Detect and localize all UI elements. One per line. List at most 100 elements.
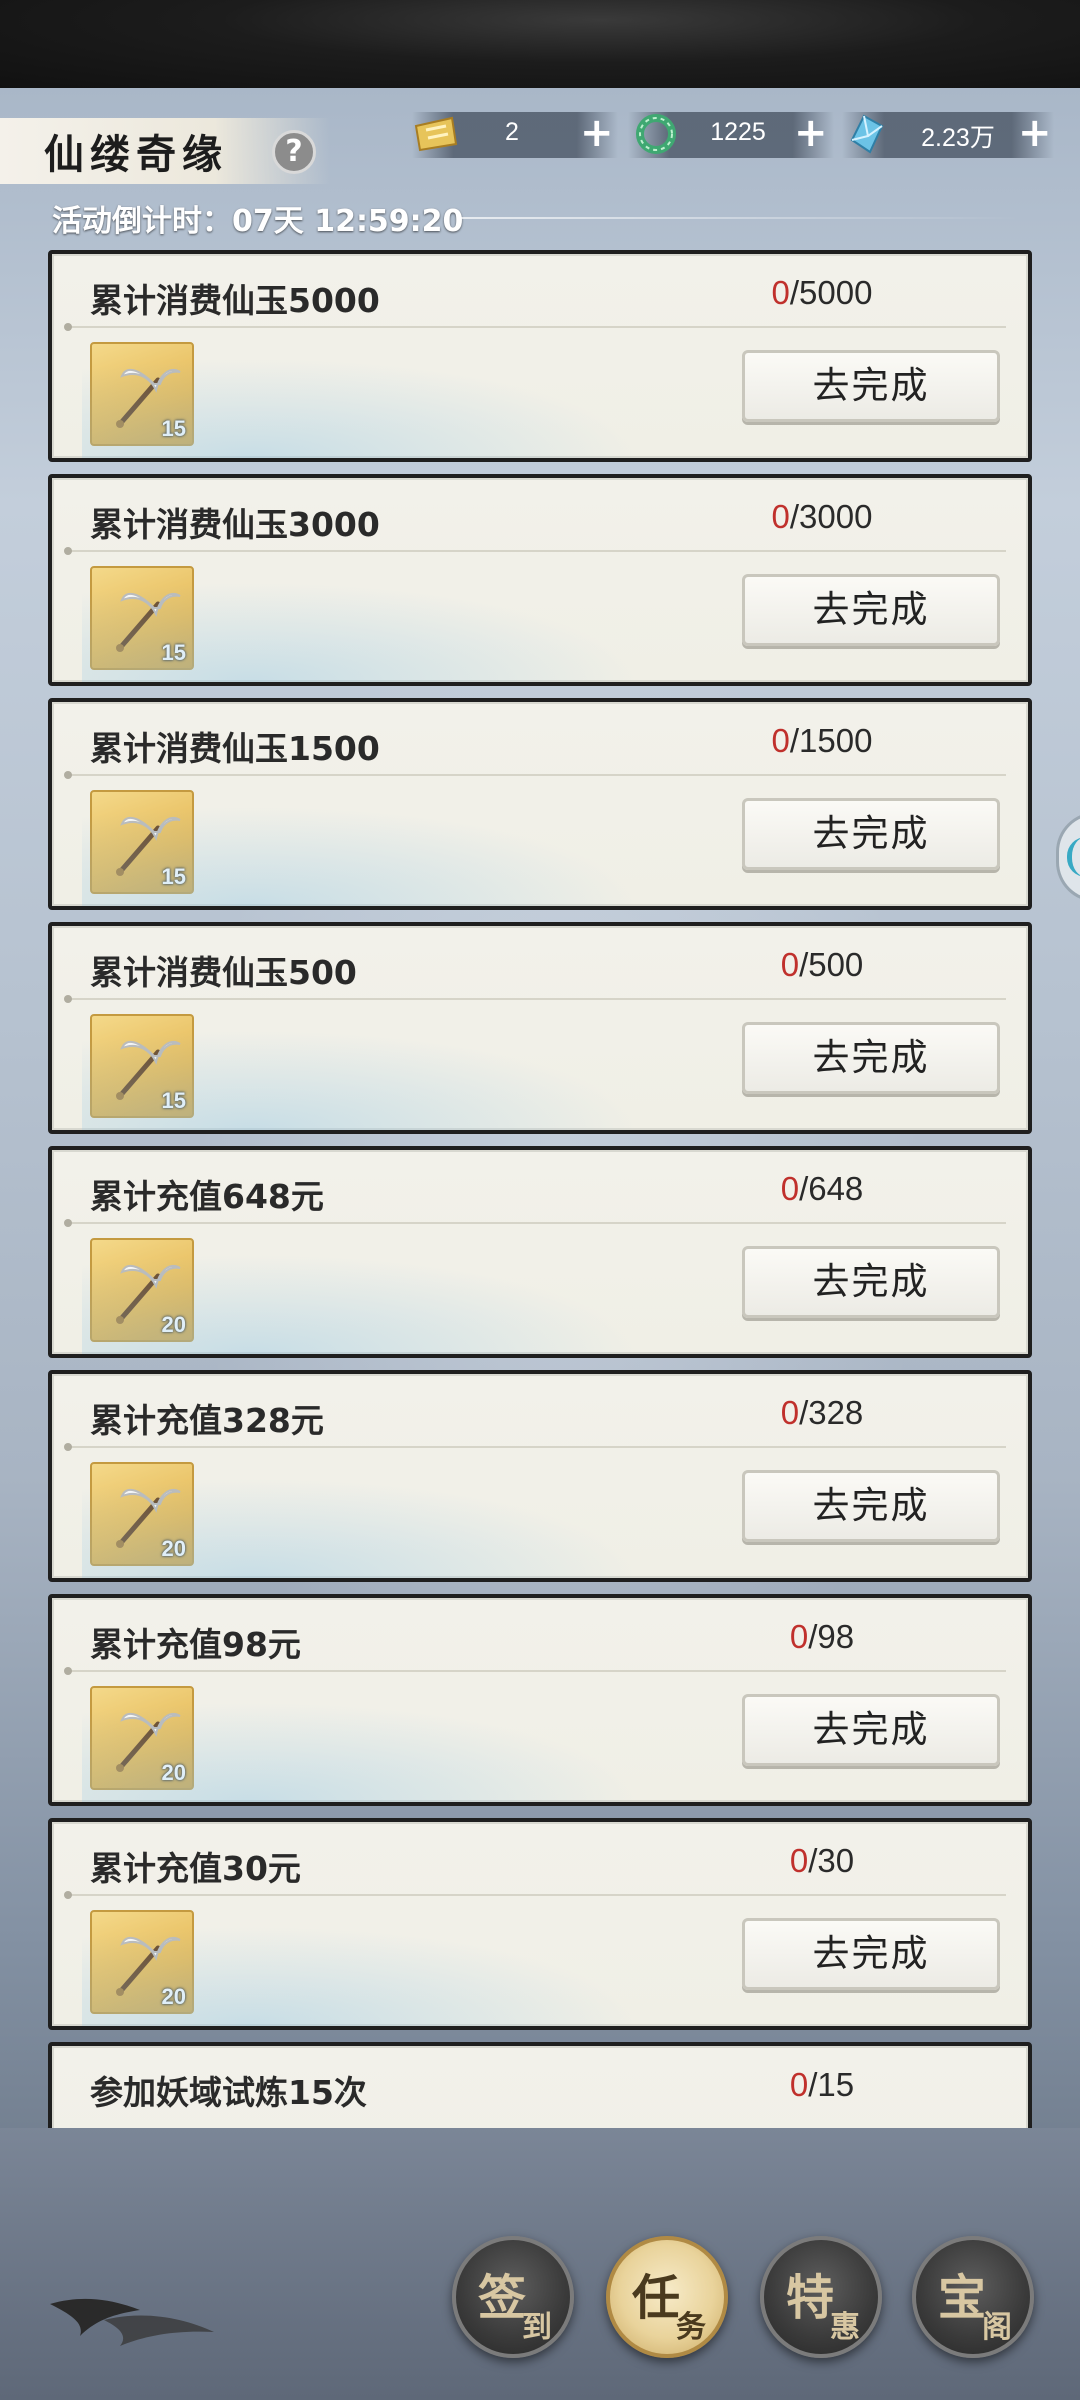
task-progress: 0/3000 (752, 498, 892, 536)
reward-item[interactable]: 20 (90, 1462, 194, 1566)
go-complete-button[interactable]: 去完成 (742, 1246, 1000, 1318)
nav-tasks-label-sub: 务 (676, 2310, 706, 2345)
crystal-count: 2.23万 (921, 124, 995, 152)
task-title: 参加妖域试炼15次 (90, 2073, 367, 2112)
reward-count: 15 (161, 1088, 186, 1113)
reward-item[interactable]: 15 (90, 566, 194, 670)
progress-target: /15 (808, 2066, 855, 2103)
jade-ring-icon (632, 110, 680, 158)
reward-count: 20 (161, 1760, 186, 1785)
jade-count: 1225 (710, 118, 766, 146)
divider (64, 323, 1006, 331)
nav-treasure-label-main: 宝 (938, 2270, 987, 2326)
add-jade-button[interactable]: + (794, 110, 828, 156)
task-progress: 0/15 (752, 2066, 892, 2104)
go-complete-button[interactable]: 去完成 (742, 798, 1000, 870)
nav-treasure[interactable]: 宝 阁 (912, 2236, 1034, 2358)
help-button[interactable]: ? (272, 130, 316, 174)
reward-item[interactable]: 20 (90, 1910, 194, 2014)
progress-target: /500 (799, 946, 864, 983)
divider (64, 771, 1006, 779)
nav-sign-in-label-sub: 到 (522, 2310, 552, 2345)
task-title: 累计消费仙玉3000 (90, 505, 380, 544)
progress-current: 0 (780, 946, 800, 983)
task-card: 累计充值30元 0/30 20 去完成 (48, 1818, 1032, 2030)
nav-deals-label-sub: 惠 (830, 2310, 860, 2345)
divider (64, 1443, 1006, 1451)
go-complete-button[interactable]: 去完成 (742, 1022, 1000, 1094)
gold-ticket-icon (412, 110, 460, 158)
divider (64, 547, 1006, 555)
progress-current: 0 (789, 1618, 809, 1655)
brush-stroke-logo (44, 2280, 224, 2364)
task-progress: 0/648 (752, 1170, 892, 1208)
task-title: 累计消费仙玉5000 (90, 281, 380, 320)
reward-item[interactable]: 15 (90, 790, 194, 894)
reward-count: 15 (161, 640, 186, 665)
nav-deals[interactable]: 特 惠 (760, 2236, 882, 2358)
nav-sign-in-label-main: 签 (478, 2270, 527, 2326)
progress-target: /30 (808, 1842, 855, 1879)
task-title: 累计消费仙玉500 (90, 953, 357, 992)
nav-deals-label-main: 特 (786, 2270, 835, 2326)
task-progress: 0/500 (752, 946, 892, 984)
reward-count: 20 (161, 1984, 186, 2009)
top-decor-strip (0, 0, 1080, 88)
nav-tasks[interactable]: 任 务 (606, 2236, 728, 2358)
task-list[interactable]: 累计消费仙玉5000 0/5000 15 去完成 累计消费仙玉3000 0/30… (48, 250, 1032, 2128)
ticket-count: 2 (505, 118, 519, 146)
page-title: 仙缕奇缘 (44, 131, 228, 178)
go-complete-button[interactable]: 去完成 (742, 1470, 1000, 1542)
progress-current: 0 (789, 2066, 809, 2103)
task-card: 累计消费仙玉3000 0/3000 15 去完成 (48, 474, 1032, 686)
progress-current: 0 (771, 274, 790, 311)
go-complete-button[interactable]: 去完成 (742, 1694, 1000, 1766)
reward-item[interactable]: 20 (90, 1238, 194, 1342)
progress-current: 0 (780, 1394, 800, 1431)
progress-target: /328 (799, 1394, 864, 1431)
divider (64, 995, 1006, 1003)
go-complete-button[interactable]: 去完成 (742, 350, 1000, 422)
task-card: 参加妖域试炼15次 0/15 (48, 2042, 1032, 2128)
reward-item[interactable]: 15 (90, 1014, 194, 1118)
task-progress: 0/1500 (752, 722, 892, 760)
task-title: 累计消费仙玉1500 (90, 729, 380, 768)
add-crystal-button[interactable]: + (1018, 110, 1052, 156)
task-card: 累计充值648元 0/648 20 去完成 (48, 1146, 1032, 1358)
task-title: 累计充值30元 (90, 1849, 301, 1888)
reward-count: 15 (161, 864, 186, 889)
task-title: 累计充值98元 (90, 1625, 301, 1664)
reward-item[interactable]: 20 (90, 1686, 194, 1790)
task-title: 累计充值648元 (90, 1177, 324, 1216)
task-card: 累计充值98元 0/98 20 去完成 (48, 1594, 1032, 1806)
task-progress: 0/5000 (752, 274, 892, 312)
progress-current: 0 (771, 498, 790, 535)
task-progress: 0/328 (752, 1394, 892, 1432)
currency-jade: 1225 + (628, 110, 834, 158)
nav-tasks-label-main: 任 (632, 2270, 681, 2326)
reward-count: 20 (161, 1536, 186, 1561)
progress-target: /5000 (789, 274, 873, 311)
reward-item[interactable]: 15 (90, 342, 194, 446)
progress-current: 0 (771, 722, 790, 759)
currency-crystal: 2.23万 + (842, 110, 1054, 158)
progress-target: /648 (799, 1170, 864, 1207)
task-card: 累计消费仙玉500 0/500 15 去完成 (48, 922, 1032, 1134)
progress-target: /3000 (789, 498, 873, 535)
progress-current: 0 (789, 1842, 809, 1879)
reward-count: 15 (161, 416, 186, 441)
task-card: 累计充值328元 0/328 20 去完成 (48, 1370, 1032, 1582)
task-progress: 0/98 (752, 1618, 892, 1656)
task-progress: 0/30 (752, 1842, 892, 1880)
divider (64, 1667, 1006, 1675)
go-complete-button[interactable]: 去完成 (742, 574, 1000, 646)
spirit-crystal-icon (842, 110, 890, 158)
task-title: 累计充值328元 (90, 1401, 324, 1440)
go-complete-button[interactable]: 去完成 (742, 1918, 1000, 1990)
divider (64, 1219, 1006, 1227)
nav-sign-in[interactable]: 签 到 (452, 2236, 574, 2358)
progress-target: /98 (808, 1618, 855, 1655)
activity-countdown: 活动倒计时：07天 12:59:20 (52, 204, 464, 239)
add-ticket-button[interactable]: + (580, 110, 614, 156)
currency-ticket: 2 + (412, 110, 618, 158)
